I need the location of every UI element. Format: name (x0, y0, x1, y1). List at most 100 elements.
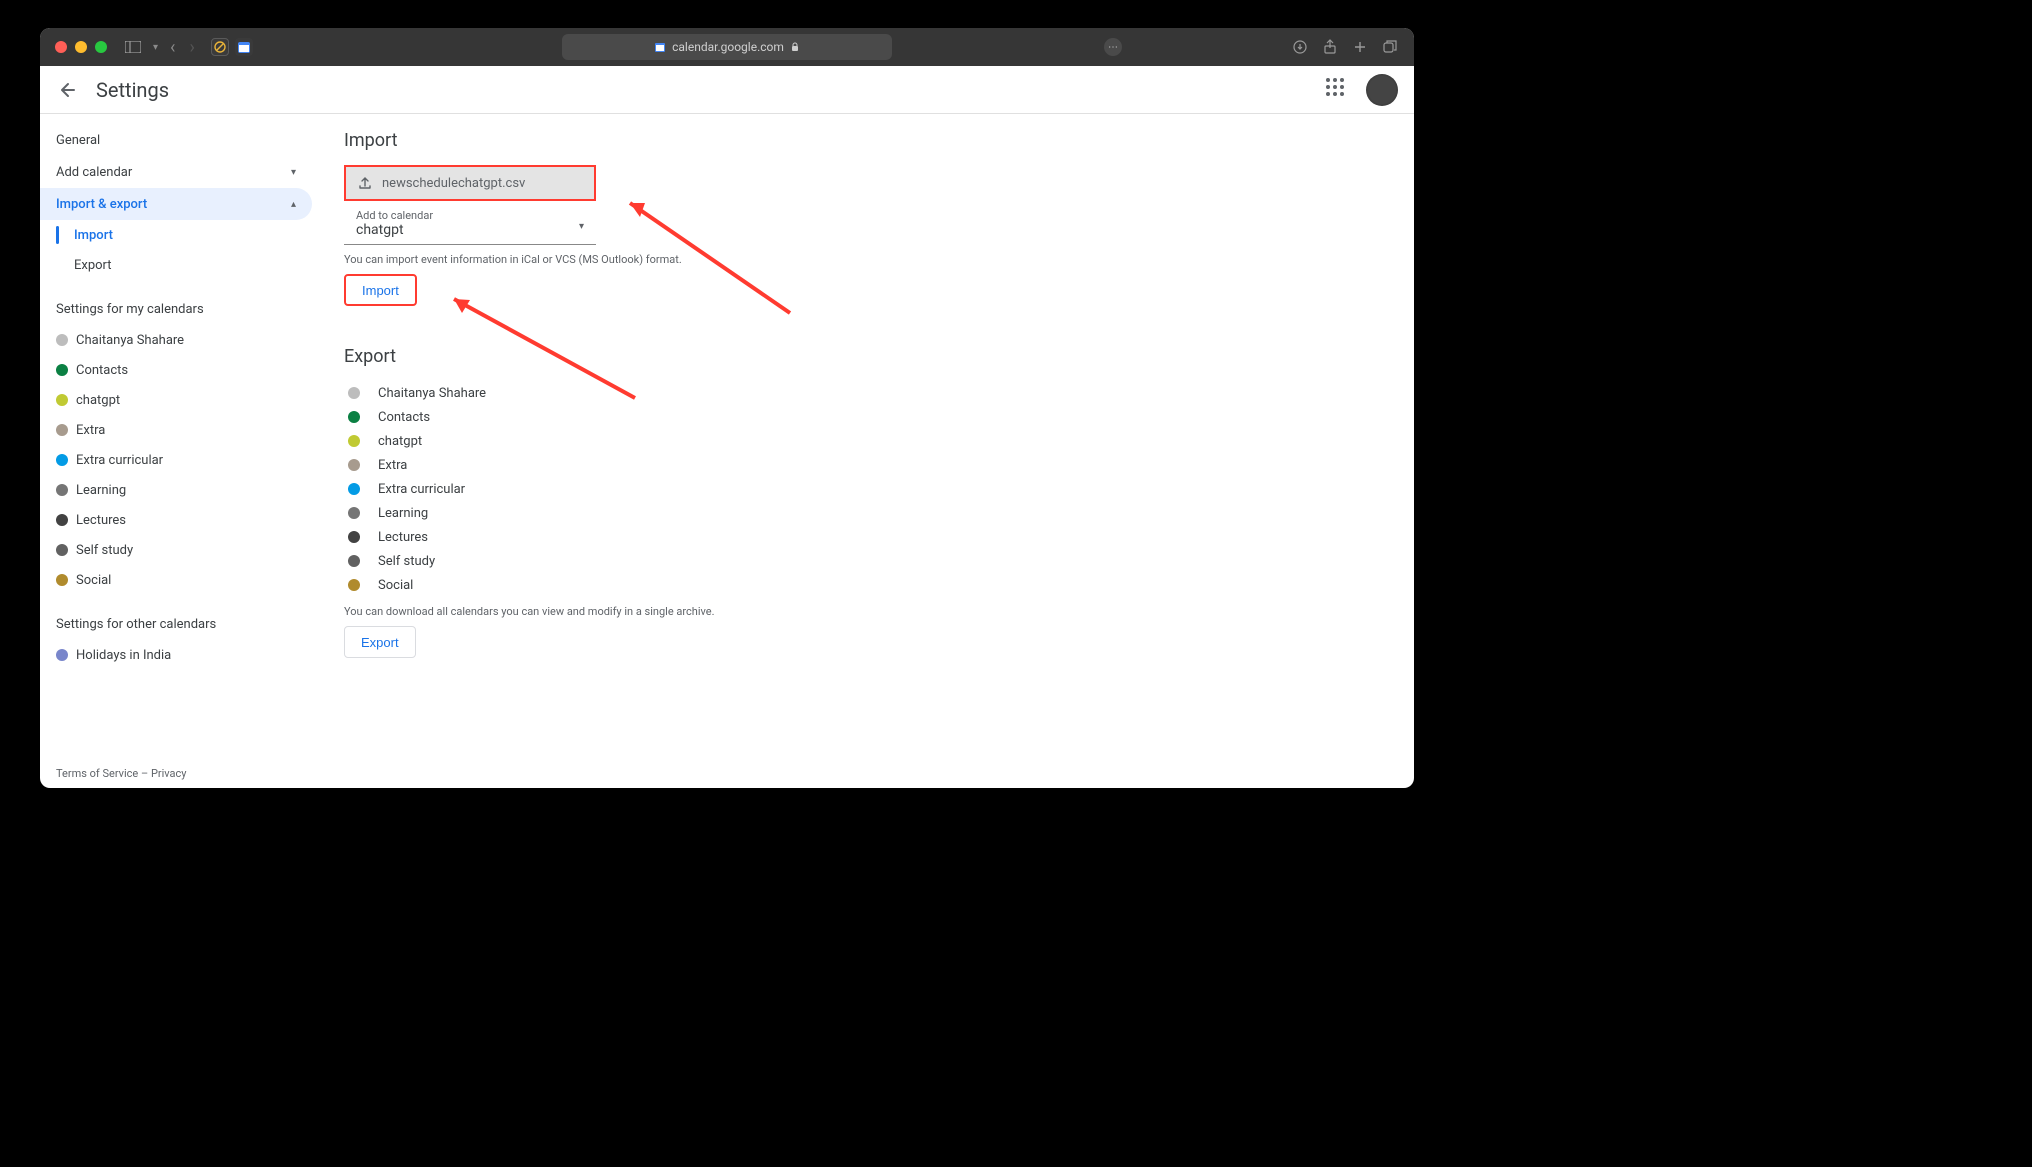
export-calendar-item: Extra (344, 453, 1390, 477)
main-content: Import newschedulechatgpt.csv Add to cal… (320, 114, 1414, 788)
share-icon[interactable] (1322, 39, 1338, 55)
calendar-label: Learning (76, 483, 126, 498)
calendar-color-dot (56, 514, 68, 526)
calendar-label: Chaitanya Shahare (378, 386, 486, 401)
sidebar-my-calendar-item[interactable]: Extra (40, 415, 320, 445)
select-label: Add to calendar (356, 209, 584, 222)
calendar-color-dot (348, 531, 360, 543)
sidebar-sub-import[interactable]: Import (40, 220, 320, 250)
new-tab-icon[interactable] (1352, 39, 1368, 55)
upload-icon (358, 176, 372, 190)
export-calendar-item: Chaitanya Shahare (344, 381, 1390, 405)
lock-icon (790, 42, 800, 52)
calendar-label: Social (76, 573, 111, 588)
sidebar-my-calendar-item[interactable]: Social (40, 565, 320, 595)
calendar-label: Extra curricular (76, 453, 163, 468)
calendar-color-dot (56, 454, 68, 466)
sidebar-my-calendar-item[interactable]: Self study (40, 535, 320, 565)
close-window-button[interactable] (55, 41, 67, 53)
dropdown-arrow-icon: ▾ (579, 221, 584, 232)
export-hint: You can download all calendars you can v… (344, 605, 1390, 618)
file-upload-box[interactable]: newschedulechatgpt.csv (344, 165, 596, 201)
calendar-label: Social (378, 578, 413, 593)
tab-strip (211, 38, 253, 56)
calendar-color-dot (56, 544, 68, 556)
calendar-color-dot (56, 364, 68, 376)
calendar-color-dot (348, 459, 360, 471)
tab-1[interactable] (211, 38, 229, 56)
export-calendar-item: Lectures (344, 525, 1390, 549)
site-icon (654, 41, 666, 53)
sidebar-heading-my-calendars: Settings for my calendars (40, 280, 320, 325)
nav-buttons: ‹ › (170, 37, 195, 58)
chevron-down-icon: ▾ (291, 167, 296, 178)
url-bar[interactable]: calendar.google.com ⋯ (562, 34, 892, 60)
back-button[interactable]: ‹ (170, 37, 175, 58)
calendar-color-dot (56, 574, 68, 586)
calendar-color-dot (348, 483, 360, 495)
browser-window: ▾ ‹ › calendar.google.com ⋯ (40, 28, 1414, 788)
calendar-color-dot (348, 579, 360, 591)
calendar-color-dot (348, 555, 360, 567)
minimize-window-button[interactable] (75, 41, 87, 53)
sidebar-my-calendar-item[interactable]: chatgpt (40, 385, 320, 415)
calendar-label: chatgpt (76, 393, 120, 408)
terms-link[interactable]: Terms of Service (56, 767, 138, 780)
sidebar-heading-other-calendars: Settings for other calendars (40, 595, 320, 640)
sidebar-my-calendar-item[interactable]: Chaitanya Shahare (40, 325, 320, 355)
sidebar-my-calendar-item[interactable]: Contacts (40, 355, 320, 385)
reader-icon[interactable]: ⋯ (1104, 38, 1122, 56)
sidebar-my-calendar-item[interactable]: Lectures (40, 505, 320, 535)
calendar-color-dot (56, 394, 68, 406)
chevron-up-icon: ▴ (291, 199, 296, 210)
tabs-icon[interactable] (1382, 39, 1398, 55)
sidebar-toggle-icon[interactable] (125, 39, 141, 55)
calendar-color-dot (56, 334, 68, 346)
calendar-label: chatgpt (378, 434, 422, 449)
calendar-color-dot (348, 387, 360, 399)
calendar-label: Extra curricular (378, 482, 465, 497)
calendar-label: Extra (378, 458, 407, 473)
sidebar-item-import-export[interactable]: Import & export ▴ (40, 188, 312, 220)
sidebar-my-calendar-item[interactable]: Learning (40, 475, 320, 505)
google-apps-icon[interactable] (1326, 78, 1350, 102)
calendar-label: Self study (378, 554, 435, 569)
export-calendar-item: Social (344, 573, 1390, 597)
privacy-link[interactable]: Privacy (151, 767, 187, 780)
export-button[interactable]: Export (344, 626, 416, 658)
calendar-color-dot (56, 424, 68, 436)
sidebar-toggle-group: ▾ (125, 39, 158, 55)
calendar-label: Contacts (76, 363, 128, 378)
calendar-select[interactable]: Add to calendar chatgpt ▾ (344, 203, 596, 245)
page-header: Settings (40, 66, 1414, 114)
avatar[interactable] (1366, 74, 1398, 106)
export-section-title: Export (344, 346, 1390, 367)
traffic-lights (40, 41, 107, 53)
page-title: Settings (96, 78, 169, 102)
toolbar-right (1292, 39, 1414, 55)
tab-calendar[interactable] (235, 38, 253, 56)
sidebar-item-add-calendar[interactable]: Add calendar ▾ (40, 156, 312, 188)
titlebar: ▾ ‹ › calendar.google.com ⋯ (40, 28, 1414, 66)
chevron-down-icon[interactable]: ▾ (153, 42, 158, 53)
calendar-color-dot (348, 435, 360, 447)
import-hint: You can import event information in iCal… (344, 253, 1390, 266)
maximize-window-button[interactable] (95, 41, 107, 53)
calendar-color-dot (348, 507, 360, 519)
forward-button[interactable]: › (189, 37, 194, 58)
url-text: calendar.google.com (672, 40, 784, 54)
sidebar-sub-export[interactable]: Export (40, 250, 320, 280)
sidebar-my-calendar-item[interactable]: Extra curricular (40, 445, 320, 475)
back-arrow-button[interactable] (56, 78, 80, 102)
export-calendar-item: Extra curricular (344, 477, 1390, 501)
import-section-title: Import (344, 130, 1390, 151)
export-calendar-item: Self study (344, 549, 1390, 573)
download-icon[interactable] (1292, 39, 1308, 55)
calendar-label: Learning (378, 506, 428, 521)
calendar-label: Lectures (76, 513, 126, 528)
calendar-label: Holidays in India (76, 648, 171, 663)
import-button[interactable]: Import (344, 274, 417, 306)
sidebar-other-calendar-item[interactable]: Holidays in India (40, 640, 320, 670)
sidebar-item-general[interactable]: General (40, 124, 312, 156)
calendar-label: Chaitanya Shahare (76, 333, 184, 348)
